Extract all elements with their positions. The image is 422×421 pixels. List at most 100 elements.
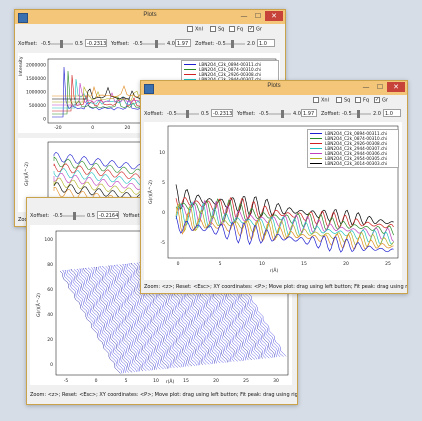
xoffset-label: Xoffset: bbox=[30, 213, 50, 219]
xoffset-min: -0.5 bbox=[53, 213, 63, 219]
xnl-label: Xnl bbox=[195, 26, 203, 33]
zoffset-slider[interactable] bbox=[351, 110, 371, 118]
plots-window-front: Plots — ☐ ✕ Xnl Sq Fq ✓ Gr Xoffset: -0.5 … bbox=[140, 80, 408, 294]
xoffset-label: Xoffset: bbox=[18, 41, 38, 47]
yoffset-slider[interactable] bbox=[269, 110, 291, 118]
minimize-button[interactable]: — bbox=[237, 11, 251, 21]
sq-label: Sq bbox=[218, 26, 225, 33]
yoffset-slider[interactable] bbox=[143, 40, 165, 48]
x-tick-label: 5 bbox=[219, 261, 222, 267]
fq-label: Fq bbox=[363, 97, 370, 104]
gr-checkbox[interactable]: ✓ Gr bbox=[374, 97, 388, 104]
x-tick-label: 0 bbox=[91, 125, 94, 131]
zoffset-label: Zoffset: bbox=[321, 111, 341, 117]
maximize-button[interactable]: ☐ bbox=[251, 11, 265, 21]
gr-ylabel: G(r)(Å^-2) bbox=[23, 162, 30, 186]
y-tick-label: 100 bbox=[44, 237, 53, 243]
yoffset-max: 4.0 bbox=[167, 41, 175, 47]
title-bar[interactable]: Plots — ☐ ✕ bbox=[15, 10, 285, 25]
xoffset-slider[interactable] bbox=[177, 110, 199, 118]
x-tick-label: 25 bbox=[243, 378, 249, 384]
yoffset-label: Yoffset: bbox=[237, 111, 256, 117]
x-tick-label: 30 bbox=[273, 378, 279, 384]
sq-checkbox[interactable]: Sq bbox=[210, 26, 224, 33]
yoffset-min: -0.5 bbox=[133, 41, 143, 47]
sq-checkbox[interactable]: Sq bbox=[336, 97, 350, 104]
status-bar: Zoom: <z>; Reset: <Esc>; XY coordinates:… bbox=[27, 391, 297, 399]
y-tick-label: 2000000 bbox=[26, 63, 46, 69]
x-tick-label: 25 bbox=[385, 261, 391, 267]
xoffset-slider[interactable] bbox=[51, 40, 73, 48]
x-tick-label: 10 bbox=[153, 378, 159, 384]
xoffset-slider[interactable] bbox=[63, 212, 85, 220]
x-tick-label: 5 bbox=[125, 378, 128, 384]
zoffset-max: 2.0 bbox=[373, 111, 381, 117]
y-tick-label: 80 bbox=[47, 262, 53, 268]
legend-entry: LBN2O4_C2k_3014-00303.chi bbox=[310, 161, 396, 166]
y-tick-label: 0 bbox=[43, 117, 46, 123]
yoffset-field[interactable]: 1.97 bbox=[175, 39, 191, 47]
x-tick-label: 0 bbox=[95, 378, 98, 384]
gr-ylabel: G(r)(Å^-2) bbox=[35, 293, 42, 317]
zoffset-max: 2.0 bbox=[247, 41, 255, 47]
xoffset-field[interactable]: -0.2313 bbox=[85, 39, 107, 47]
yoffset-field[interactable]: 1.97 bbox=[301, 109, 317, 117]
legend-swatch bbox=[310, 138, 322, 139]
close-button[interactable]: ✕ bbox=[387, 82, 405, 92]
legend-swatch bbox=[184, 74, 196, 75]
yoffset-label: Yoffset: bbox=[123, 213, 142, 219]
offset-toolbar: Xoffset: -0.5 0.5 -0.2313 Yoffset: -0.5 … bbox=[141, 108, 407, 121]
zoffset-slider[interactable] bbox=[225, 40, 245, 48]
legend-front: LBN2O4_C2k_0894-00311.chi LBN2O4_C2k_0874… bbox=[307, 129, 399, 168]
zoffset-field[interactable]: 1.0 bbox=[257, 39, 275, 47]
xoffset-min: -0.5 bbox=[41, 41, 51, 47]
fq-checkbox[interactable]: Fq bbox=[229, 26, 243, 33]
gr-label: Gr bbox=[382, 97, 388, 104]
intensity-ylabel: Intensity bbox=[19, 56, 24, 76]
zoffset-label: Zoffset: bbox=[195, 41, 215, 47]
yoffset-label: Yoffset: bbox=[111, 41, 130, 47]
y-tick-label: 40 bbox=[47, 312, 53, 318]
close-button[interactable]: ✕ bbox=[265, 11, 283, 21]
x-tick-label: 15 bbox=[183, 378, 189, 384]
checkbox-row: Xnl Sq Fq ✓ Gr bbox=[15, 24, 285, 37]
fq-checkbox[interactable]: Fq bbox=[355, 97, 369, 104]
y-tick-label: 10 bbox=[159, 150, 165, 156]
x-tick-label: 15 bbox=[301, 261, 307, 267]
gr-checkbox[interactable]: ✓ Gr bbox=[248, 26, 262, 33]
xnl-checkbox[interactable]: Xnl bbox=[313, 97, 329, 104]
xoffset-field[interactable]: -0.2313 bbox=[211, 109, 233, 117]
x-tick-label: 0 bbox=[177, 261, 180, 267]
legend-swatch bbox=[184, 69, 196, 70]
y-tick-label: 20 bbox=[47, 337, 53, 343]
xnl-checkbox[interactable]: Xnl bbox=[187, 26, 203, 33]
legend-swatch bbox=[310, 163, 322, 164]
xoffset-min: -0.5 bbox=[167, 111, 177, 117]
maximize-button[interactable]: ☐ bbox=[373, 82, 387, 92]
y-tick-label: 500000 bbox=[29, 103, 46, 109]
zoffset-field[interactable]: 1.0 bbox=[383, 109, 401, 117]
xoffset-max: 0.5 bbox=[75, 41, 83, 47]
legend-label: LBN2O4_C2k_3014-00303.chi bbox=[325, 161, 388, 166]
y-tick-label: 0 bbox=[162, 210, 165, 216]
gr-label: Gr bbox=[256, 26, 262, 33]
x-tick-label: 20 bbox=[124, 125, 130, 131]
status-bar: Zoom: <z>; Reset: <Esc>; XY coordinates:… bbox=[141, 283, 407, 291]
minimize-button[interactable]: — bbox=[359, 82, 373, 92]
gr-ylabel: G(r)(Å^-2) bbox=[147, 180, 154, 204]
xoffset-field[interactable]: -0.2164 bbox=[97, 211, 119, 219]
xoffset-label: Xoffset: bbox=[144, 111, 164, 117]
legend-swatch bbox=[184, 64, 196, 65]
title-bar[interactable]: Plots — ☐ ✕ bbox=[141, 81, 407, 96]
y-tick-label: -5 bbox=[161, 240, 166, 246]
y-tick-label: 5 bbox=[162, 180, 165, 186]
xoffset-max: 0.5 bbox=[201, 111, 209, 117]
yoffset-max: 4.0 bbox=[293, 111, 301, 117]
fq-label: Fq bbox=[237, 26, 244, 33]
legend-swatch bbox=[310, 143, 322, 144]
checkbox-row: Xnl Sq Fq ✓ Gr bbox=[141, 95, 407, 108]
x-tick-label: -5 bbox=[64, 378, 69, 384]
xoffset-max: 0.5 bbox=[87, 213, 95, 219]
y-tick-label: 60 bbox=[47, 287, 53, 293]
x-tick-label: 20 bbox=[343, 261, 349, 267]
